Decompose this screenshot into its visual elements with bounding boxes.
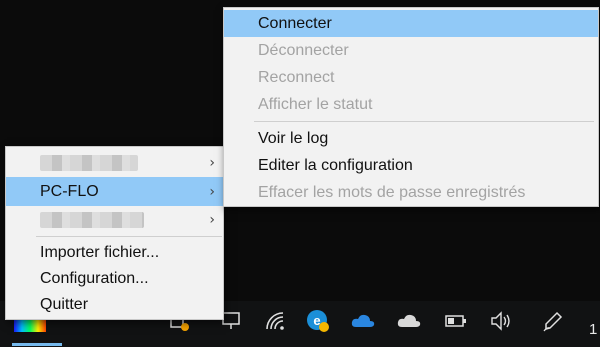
menu-item-label: Connecter [258,14,332,32]
edit-config-item[interactable]: Editer la configuration [224,152,598,179]
connection-submenu: Connecter Déconnecter Reconnect Afficher… [223,7,599,207]
active-app-indicator [12,343,62,346]
menu-item-label: Reconnect [258,68,335,86]
menu-item-label: Afficher le statut [258,95,373,113]
redacted-connection-label [40,212,144,228]
onedrive-icon[interactable] [350,308,376,334]
quit-item[interactable]: Quitter [6,292,223,318]
view-log-item[interactable]: Voir le log [224,125,598,152]
configuration-item[interactable]: Configuration... [6,266,223,292]
connect-item[interactable]: Connecter [224,10,598,37]
wifi-icon[interactable] [262,308,288,334]
chevron-right-icon: › [209,212,215,228]
menu-item-label: Editer la configuration [258,156,413,174]
menu-item-label: Déconnecter [258,41,349,59]
menu-item-label: Importer fichier... [40,244,160,261]
chevron-right-icon: › [209,183,215,200]
connection-item-pc-flo[interactable]: PC-FLO › [6,177,223,206]
clock-text[interactable]: 1 [589,321,597,338]
menu-separator [36,236,222,237]
menu-separator [254,121,594,122]
disconnect-item[interactable]: Déconnecter [224,37,598,64]
connection-item-1[interactable]: › [6,149,223,177]
volume-icon[interactable] [488,308,514,334]
pen-icon[interactable] [540,308,566,334]
redacted-connection-label [40,155,138,171]
clear-passwords-item[interactable]: Effacer les mots de passe enregistrés [224,179,598,206]
onedrive-personal-icon[interactable] [396,308,422,334]
chevron-right-icon: › [209,155,215,171]
edge-update-icon[interactable]: e [305,308,331,334]
menu-item-label: Quitter [40,296,89,313]
menu-item-label: Effacer les mots de passe enregistrés [258,183,526,201]
battery-icon[interactable] [443,308,469,334]
show-status-item[interactable]: Afficher le statut [224,91,598,118]
reconnect-item[interactable]: Reconnect [224,64,598,91]
menu-item-label: Voir le log [258,129,329,147]
import-file-item[interactable]: Importer fichier... [6,240,223,266]
connection-item-3[interactable]: › [6,206,223,234]
openvpn-app-icon[interactable] [14,318,46,332]
connection-label: PC-FLO [40,182,99,200]
tray-context-menu: › PC-FLO › › Importer fichier... Configu… [5,146,224,320]
menu-item-label: Configuration... [40,270,149,287]
